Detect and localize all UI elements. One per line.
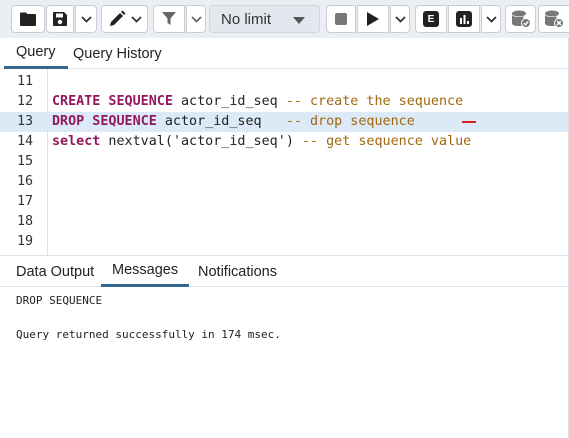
explain-analyze-button[interactable] xyxy=(448,5,480,33)
sql-text: actor_id_seq xyxy=(172,94,286,109)
chevron-down-icon xyxy=(485,15,497,23)
messages-panel: DROP SEQUENCE Query returned successfull… xyxy=(0,287,569,438)
line-number: 13 xyxy=(17,114,34,129)
tab-messages[interactable]: Messages xyxy=(101,256,190,287)
sql-keyword: DROP SEQUENCE xyxy=(52,114,157,129)
tab-label: Messages xyxy=(112,262,179,278)
tab-query[interactable]: Query xyxy=(4,38,68,69)
explain-button[interactable]: E xyxy=(415,5,447,33)
tab-data-output[interactable]: Data Output xyxy=(4,256,106,287)
tab-query-history[interactable]: Query History xyxy=(61,38,174,69)
rollback-button[interactable] xyxy=(538,5,569,33)
sql-keyword: CREATE SEQUENCE xyxy=(52,94,173,109)
code-line-active[interactable]: 13 DROP SEQUENCE actor_id_seq -- drop seq… xyxy=(0,112,569,132)
chevron-down-icon xyxy=(130,15,142,23)
line-number: 19 xyxy=(17,234,34,249)
annotation-marker xyxy=(462,121,476,123)
folder-icon xyxy=(20,12,36,26)
chevron-down-icon xyxy=(394,15,406,23)
line-number: 15 xyxy=(17,154,34,169)
sql-keyword: select xyxy=(52,134,101,149)
sql-text: nextval( xyxy=(100,134,173,149)
sql-editor[interactable]: 11 12 CREATE SEQUENCE actor_id_seq -- crea… xyxy=(0,69,569,255)
explain-icon: E xyxy=(423,11,439,27)
sql-comment: -- get sequence value xyxy=(301,134,472,149)
filter-icon xyxy=(162,12,176,26)
code-line[interactable]: 11 xyxy=(0,72,569,92)
explain-options-dropdown[interactable] xyxy=(481,5,501,33)
filter-options-dropdown[interactable] xyxy=(186,5,206,33)
tab-label: Data Output xyxy=(16,263,95,280)
query-toolbar: No limit E xyxy=(0,0,569,38)
pen-icon xyxy=(108,10,126,28)
line-number: 18 xyxy=(17,214,34,229)
code-line[interactable]: 18 xyxy=(0,212,569,232)
code-text: DROP SEQUENCE actor_id_seq -- drop seque… xyxy=(52,112,415,132)
sql-text: ) xyxy=(285,134,302,149)
line-number: 12 xyxy=(17,94,34,109)
tab-label: Notifications xyxy=(198,263,277,280)
play-icon xyxy=(367,12,379,26)
line-number: 14 xyxy=(17,134,34,149)
tab-label: Query History xyxy=(73,45,162,62)
save-options-dropdown[interactable] xyxy=(75,5,97,33)
sql-text: actor_id_seq xyxy=(156,114,286,129)
code-text: select nextval('actor_id_seq') -- get se… xyxy=(52,132,471,152)
stop-icon xyxy=(335,13,347,25)
chevron-down-icon xyxy=(190,15,202,23)
code-line[interactable]: 16 xyxy=(0,172,569,192)
query-tabs: Query Query History xyxy=(0,38,569,69)
filter-button[interactable] xyxy=(153,5,185,33)
open-file-button[interactable] xyxy=(11,5,45,33)
chevron-down-icon xyxy=(80,15,92,23)
tab-notifications[interactable]: Notifications xyxy=(186,256,289,287)
line-number: 11 xyxy=(17,74,34,89)
code-line[interactable]: 15 xyxy=(0,152,569,172)
row-limit-select[interactable]: No limit xyxy=(209,5,320,33)
code-line[interactable]: 19 xyxy=(0,232,569,252)
code-line[interactable]: 17 xyxy=(0,192,569,212)
commit-icon xyxy=(511,10,531,28)
save-button[interactable] xyxy=(46,5,74,33)
execute-options-dropdown[interactable] xyxy=(390,5,410,33)
edit-tools-button[interactable] xyxy=(101,5,148,33)
line-number: 17 xyxy=(17,194,34,209)
result-tabs: Data Output Messages Notifications xyxy=(0,255,569,287)
message-command: DROP SEQUENCE xyxy=(16,294,103,307)
rollback-icon xyxy=(544,10,564,28)
explain-analyze-icon xyxy=(456,11,472,27)
line-number: 16 xyxy=(17,174,34,189)
stop-button[interactable] xyxy=(326,5,356,33)
caret-down-icon xyxy=(293,17,305,24)
sql-string: 'actor_id_seq' xyxy=(172,134,286,149)
code-line[interactable]: 12 CREATE SEQUENCE actor_id_seq -- create… xyxy=(0,92,569,112)
commit-button[interactable] xyxy=(505,5,536,33)
row-limit-value: No limit xyxy=(221,10,272,28)
tab-label: Query xyxy=(16,44,56,60)
execute-button[interactable] xyxy=(357,5,389,33)
save-icon xyxy=(53,12,67,26)
sql-comment: -- drop sequence xyxy=(285,114,415,129)
message-result: Query returned successfully in 174 msec. xyxy=(16,328,281,341)
sql-comment: -- create the sequence xyxy=(285,94,464,109)
code-line[interactable]: 14 select nextval('actor_id_seq') -- get … xyxy=(0,132,569,152)
code-text: CREATE SEQUENCE actor_id_seq -- create t… xyxy=(52,92,463,112)
